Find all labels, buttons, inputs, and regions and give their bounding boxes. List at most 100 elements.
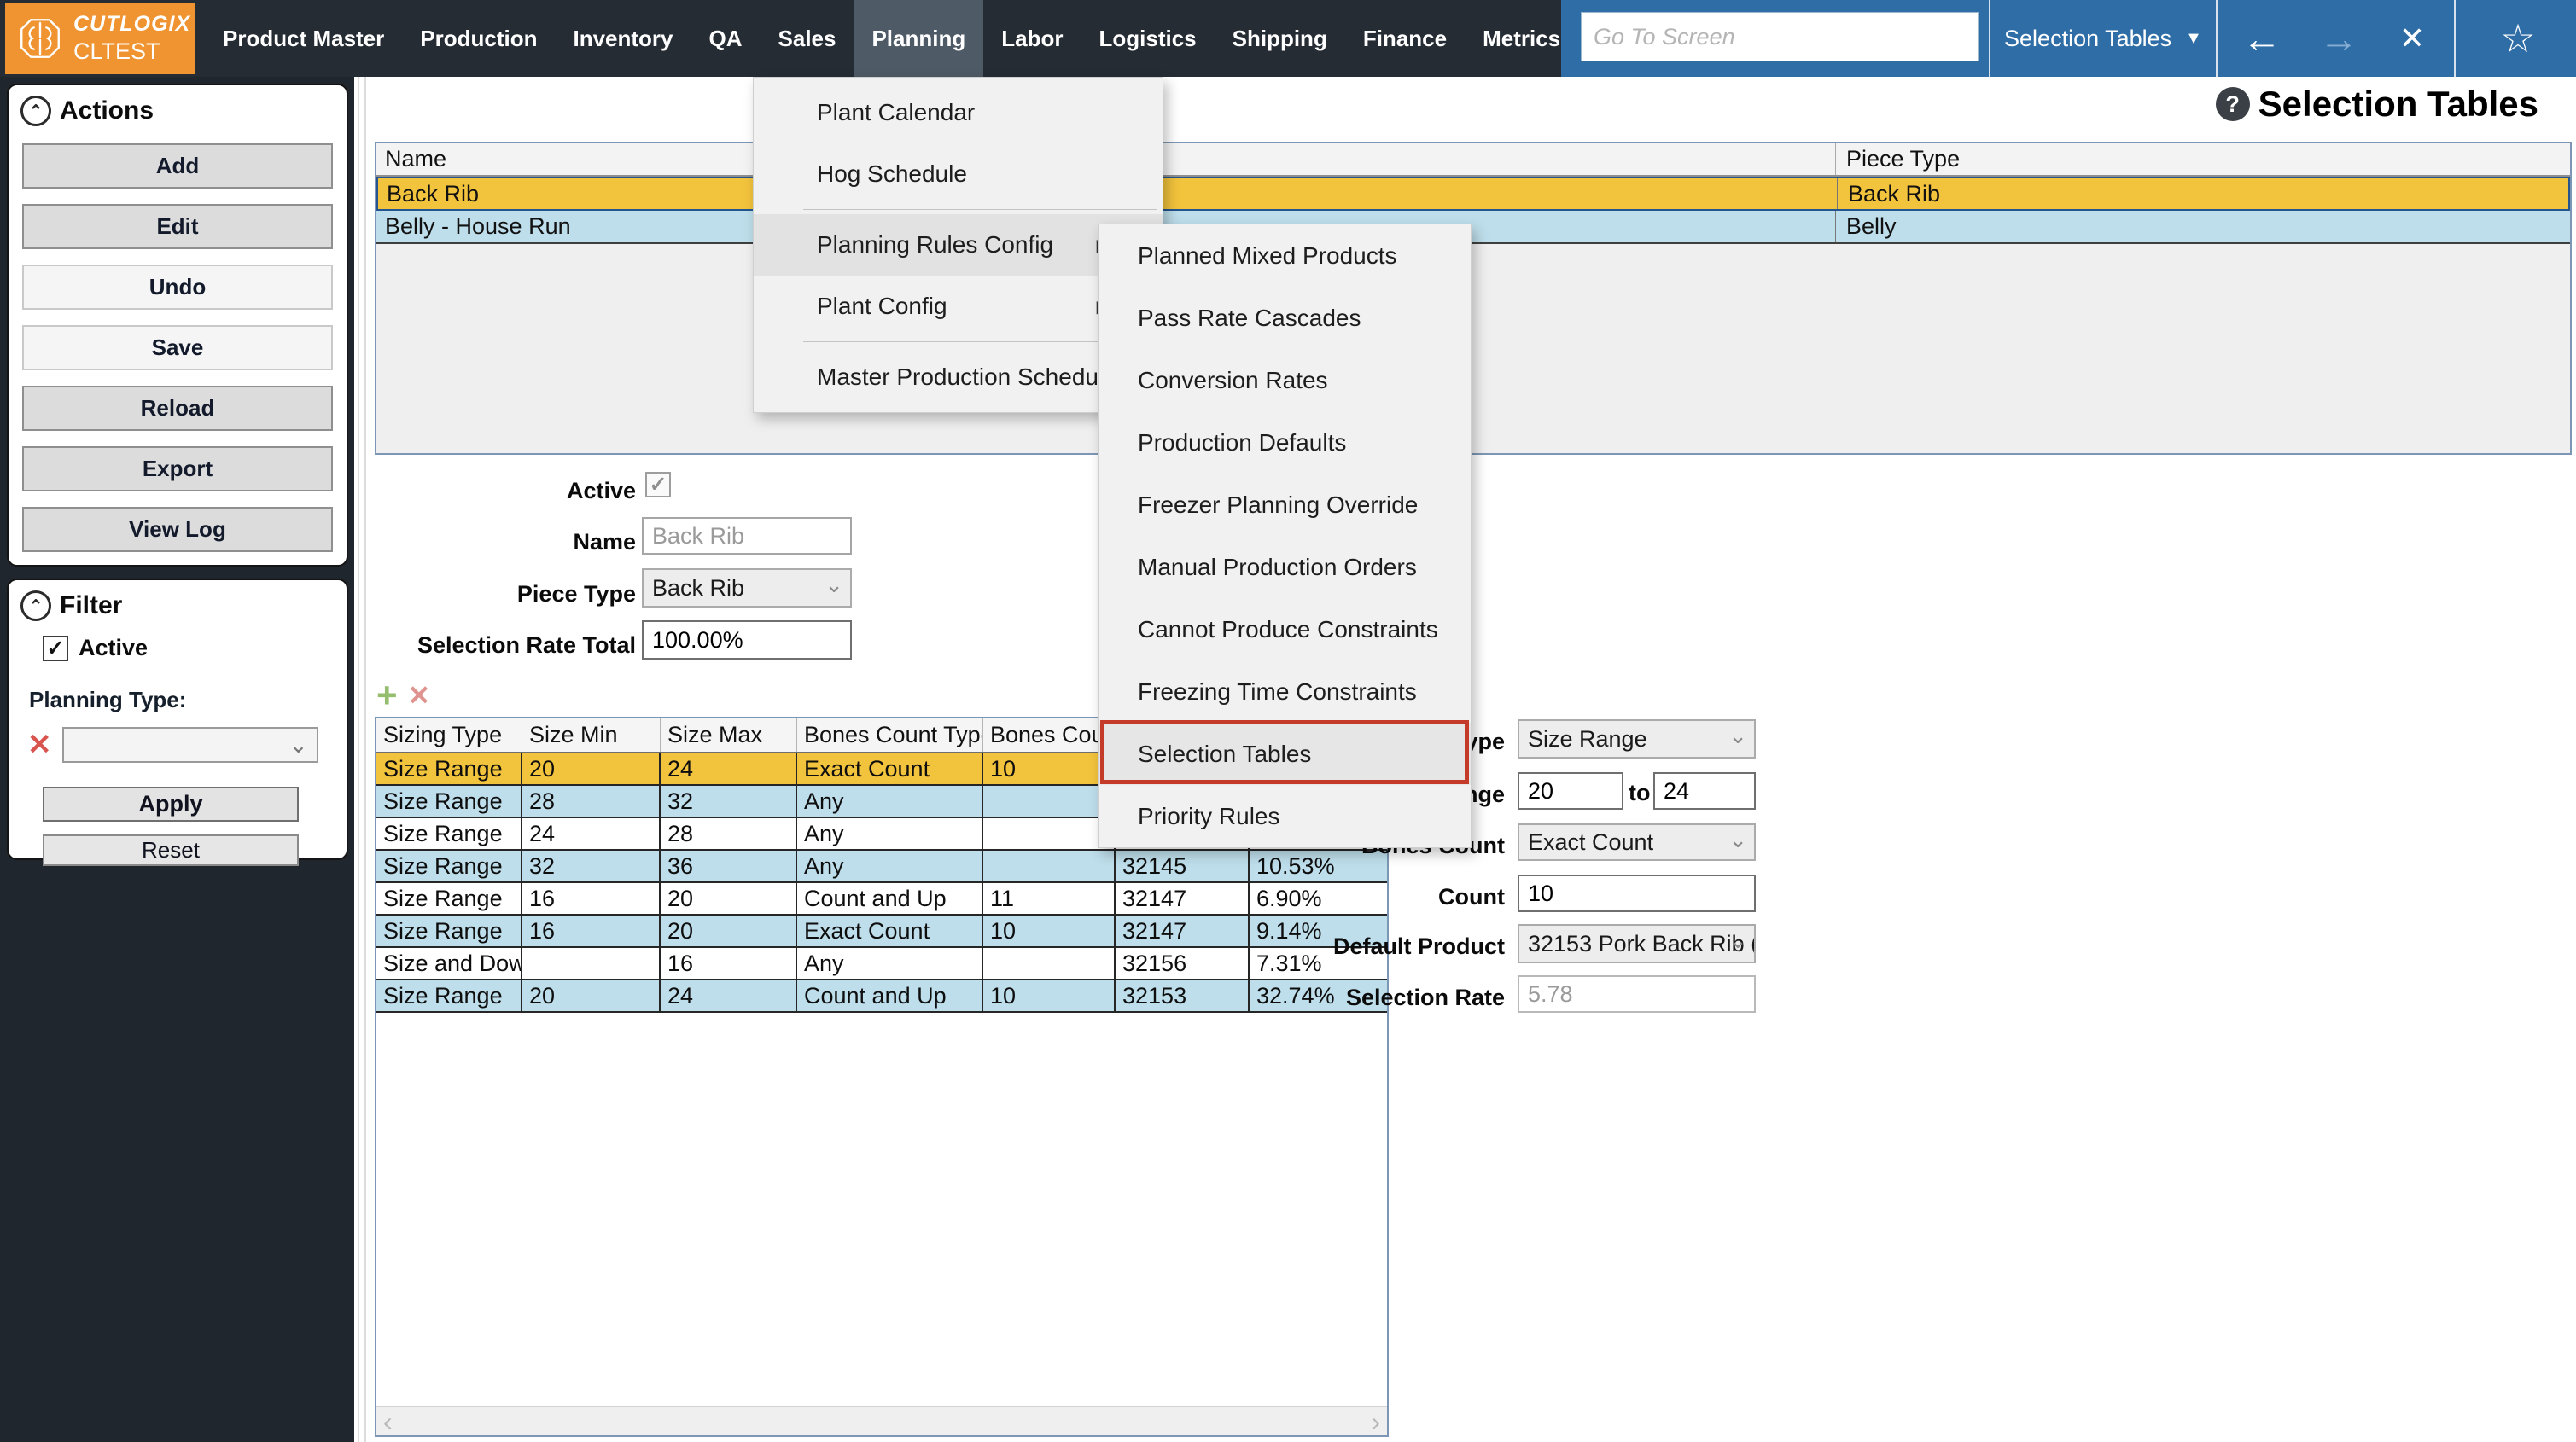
count-input[interactable] xyxy=(1518,875,1756,912)
default-product-select[interactable]: 32153 Pork Back Rib (20-24) IV ⌄ xyxy=(1518,924,1756,963)
submenu-item-selection-tables[interactable]: Selection Tables xyxy=(1099,723,1471,785)
save-button[interactable]: Save xyxy=(22,325,333,370)
view-log-button[interactable]: View Log xyxy=(22,507,333,552)
screen-selector-dropdown[interactable]: Selection Tables ▼ xyxy=(1992,0,2214,77)
add-row-icon[interactable]: + xyxy=(376,680,398,711)
grid-cell xyxy=(522,948,661,979)
submenu-item-label: Selection Tables xyxy=(1138,741,1311,768)
nav-item-sales[interactable]: Sales xyxy=(761,0,854,77)
bones-count-select[interactable]: Exact Count ⌄ xyxy=(1518,823,1756,861)
export-button[interactable]: Export xyxy=(22,446,333,491)
divider xyxy=(2454,0,2456,77)
nav-item-planning[interactable]: Planning xyxy=(854,0,983,77)
edit-button[interactable]: Edit xyxy=(22,204,333,249)
grid-row[interactable]: Size Range1620Exact Count10321479.14% xyxy=(376,916,1387,948)
submenu-item-priority-rules[interactable]: Priority Rules xyxy=(1099,785,1471,847)
table-row[interactable]: Belly - House RunBelly xyxy=(376,211,2570,244)
grid-cell: 32 xyxy=(522,851,661,881)
grid-row[interactable]: Size and Down16Any321567.31% xyxy=(376,948,1387,980)
grid-header-size-max[interactable]: Size Max xyxy=(661,718,797,752)
nav-item-product-master[interactable]: Product Master xyxy=(205,0,402,77)
selection-rate-total-input[interactable] xyxy=(642,620,852,660)
submenu-item-planned-mixed-products[interactable]: Planned Mixed Products xyxy=(1099,224,1471,287)
nav-item-inventory[interactable]: Inventory xyxy=(555,0,691,77)
grid-row[interactable]: Size Range3236Any3214510.53% xyxy=(376,851,1387,883)
piece-type-select[interactable]: Back Rib ⌄ xyxy=(642,568,852,608)
grid-cell: 20 xyxy=(661,916,797,946)
nav-item-qa[interactable]: QA xyxy=(691,0,761,77)
column-header-piece-type[interactable]: Piece Type xyxy=(1835,143,2570,175)
scroll-left-icon[interactable]: ‹ xyxy=(383,1407,393,1436)
undo-button[interactable]: Undo xyxy=(22,265,333,310)
menu-item-hog-schedule[interactable]: Hog Schedule xyxy=(754,143,1163,205)
back-button[interactable]: ← xyxy=(2232,0,2292,77)
count-label: Count xyxy=(1323,884,1505,910)
forward-button[interactable]: → xyxy=(2309,0,2369,77)
planning-type-select[interactable]: ⌄ xyxy=(62,727,318,763)
delete-row-icon[interactable]: ✕ xyxy=(408,679,431,712)
submenu-item-freezing-time-constraints[interactable]: Freezing Time Constraints xyxy=(1099,660,1471,723)
grid-cell: 32147 xyxy=(1116,916,1250,946)
reload-button[interactable]: Reload xyxy=(22,386,333,431)
menu-item-label: Plant Calendar xyxy=(817,99,975,126)
grid-header-sizing-type[interactable]: Sizing Type xyxy=(376,718,522,752)
grid-row[interactable]: Size Range2024Count and Up103215332.74% xyxy=(376,980,1387,1013)
chevron-down-icon: ⌄ xyxy=(289,732,308,759)
row-piece-type-cell: Back Rib xyxy=(1837,178,2568,209)
sidebar-splitter[interactable] xyxy=(358,77,359,1442)
grid-cell: 32145 xyxy=(1116,851,1250,881)
favorite-star-button[interactable]: ☆ xyxy=(2488,0,2548,77)
submenu-item-label: Production Defaults xyxy=(1138,429,1346,456)
name-input[interactable] xyxy=(642,517,852,555)
submenu-item-freezer-planning-override[interactable]: Freezer Planning Override xyxy=(1099,474,1471,536)
submenu-item-cannot-produce-constraints[interactable]: Cannot Produce Constraints xyxy=(1099,598,1471,660)
apply-button[interactable]: Apply xyxy=(43,787,299,822)
submenu-item-manual-production-orders[interactable]: Manual Production Orders xyxy=(1099,536,1471,598)
grid-cell: 32156 xyxy=(1116,948,1250,979)
range-from-input[interactable] xyxy=(1518,772,1623,810)
left-sidebar: ⌃ Actions AddEditUndoSaveReloadExportVie… xyxy=(0,77,354,1442)
range-to-input[interactable] xyxy=(1653,772,1756,810)
grid-header-bones-count-type[interactable]: Bones Count Type xyxy=(797,718,983,752)
nav-item-labor[interactable]: Labor xyxy=(983,0,1081,77)
close-screen-button[interactable]: ✕ xyxy=(2382,0,2442,77)
nav-item-logistics[interactable]: Logistics xyxy=(1081,0,1214,77)
grid-cell: 28 xyxy=(661,818,797,849)
submenu-item-pass-rate-cascades[interactable]: Pass Rate Cascades xyxy=(1099,287,1471,349)
submenu-item-label: Conversion Rates xyxy=(1138,367,1328,394)
nav-item-production[interactable]: Production xyxy=(402,0,555,77)
menu-item-plant-calendar[interactable]: Plant Calendar xyxy=(754,82,1163,143)
scroll-right-icon[interactable]: › xyxy=(1371,1407,1380,1436)
collapse-filter-icon[interactable]: ⌃ xyxy=(20,590,51,621)
grid-cell: Any xyxy=(797,818,983,849)
chevron-down-icon: ⌄ xyxy=(1728,723,1747,749)
nav-item-finance[interactable]: Finance xyxy=(1345,0,1465,77)
sizing-type-select[interactable]: Size Range ⌄ xyxy=(1518,719,1756,759)
filter-active-checkbox[interactable]: ✓ xyxy=(43,636,68,661)
planning-type-label: Planning Type: xyxy=(29,687,347,713)
selection-rate-input[interactable] xyxy=(1518,975,1756,1013)
record-active-checkbox[interactable]: ✓ xyxy=(645,472,671,497)
goto-screen-input[interactable] xyxy=(1581,12,1979,61)
submenu-item-production-defaults[interactable]: Production Defaults xyxy=(1099,411,1471,474)
submenu-item-conversion-rates[interactable]: Conversion Rates xyxy=(1099,349,1471,411)
default-product-value: 32153 Pork Back Rib (20-24) IV xyxy=(1528,931,1754,957)
logo-block: CUTLOGIX CLTEST xyxy=(5,3,195,74)
screen-selector-label: Selection Tables xyxy=(2004,26,2171,52)
table-row[interactable]: Back RibBack Rib xyxy=(376,177,2570,211)
grid-header-bones-count[interactable]: Bones Count xyxy=(983,718,1116,752)
grid-cell: Count and Up xyxy=(797,980,983,1011)
horizontal-scrollbar[interactable]: ‹ › xyxy=(376,1406,1387,1435)
add-button[interactable]: Add xyxy=(22,143,333,189)
help-icon[interactable]: ? xyxy=(2216,87,2250,121)
reset-button[interactable]: Reset xyxy=(43,834,299,866)
sidebar-splitter[interactable] xyxy=(364,77,366,1442)
nav-item-shipping[interactable]: Shipping xyxy=(1215,0,1345,77)
clear-filter-icon[interactable]: ✕ xyxy=(27,728,52,762)
collapse-actions-icon[interactable]: ⌃ xyxy=(20,96,51,126)
grid-cell: Size Range xyxy=(376,818,522,849)
grid-header-size-min[interactable]: Size Min xyxy=(522,718,661,752)
grid-cell: 36 xyxy=(661,851,797,881)
grid-row[interactable]: Size Range1620Count and Up11321476.90% xyxy=(376,883,1387,916)
grid-cell: Size Range xyxy=(376,786,522,817)
